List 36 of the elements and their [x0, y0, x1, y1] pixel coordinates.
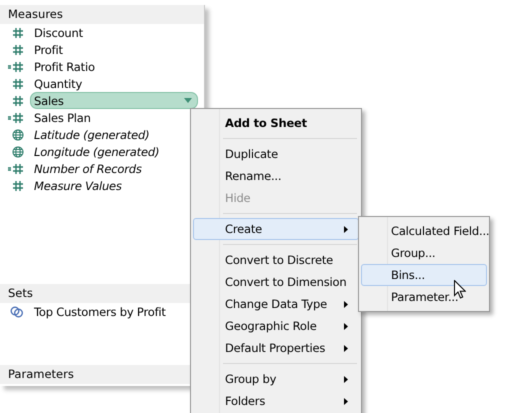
field-item[interactable]: Measure Values	[30, 177, 126, 194]
hash-icon	[12, 180, 24, 192]
dropdown-arrow-icon[interactable]	[184, 98, 192, 103]
menu-item[interactable]: Add to Sheet	[193, 112, 359, 134]
hash-icon	[12, 26, 24, 38]
field-item[interactable]: Profit	[30, 41, 67, 58]
field-item[interactable]: Longitude (generated)	[30, 143, 164, 160]
calculated-hash-icon	[8, 112, 24, 124]
menu-item[interactable]: Duplicate	[193, 143, 359, 165]
field-item[interactable]: Top Customers by Profit	[30, 303, 170, 320]
menu-item[interactable]: Create	[193, 218, 359, 240]
menu-item[interactable]: Geographic Role	[193, 315, 359, 337]
menu-item[interactable]: Default Properties	[193, 337, 359, 359]
hash-icon	[12, 78, 24, 90]
field-item[interactable]: Profit Ratio	[30, 58, 99, 75]
field-item[interactable]: Sales	[30, 92, 198, 109]
section-header: Measures	[0, 5, 204, 24]
menu-item[interactable]: Convert to Discrete	[193, 249, 359, 271]
menu-item[interactable]: Group...	[361, 242, 487, 264]
menu-item[interactable]: Folders	[193, 390, 359, 412]
field-item[interactable]: Sales Plan	[30, 109, 95, 126]
field-item[interactable]: Number of Records	[30, 160, 146, 177]
hash-icon	[12, 94, 24, 106]
calculated-hash-icon	[8, 162, 24, 174]
field-item[interactable]: Latitude (generated)	[30, 126, 154, 143]
globe-icon	[12, 146, 24, 158]
field-item[interactable]: Discount	[30, 24, 87, 41]
set-icon	[10, 306, 24, 318]
hash-icon	[12, 44, 24, 56]
menu-item[interactable]: Rename...	[193, 165, 359, 187]
menu-item[interactable]: Parameter...	[361, 286, 487, 308]
calculated-hash-icon	[8, 60, 24, 72]
globe-icon	[12, 128, 24, 140]
field-item[interactable]: Quantity	[30, 75, 86, 92]
menu-item[interactable]: Calculated Field...	[361, 220, 487, 242]
menu-item[interactable]: Bins...	[361, 264, 487, 286]
